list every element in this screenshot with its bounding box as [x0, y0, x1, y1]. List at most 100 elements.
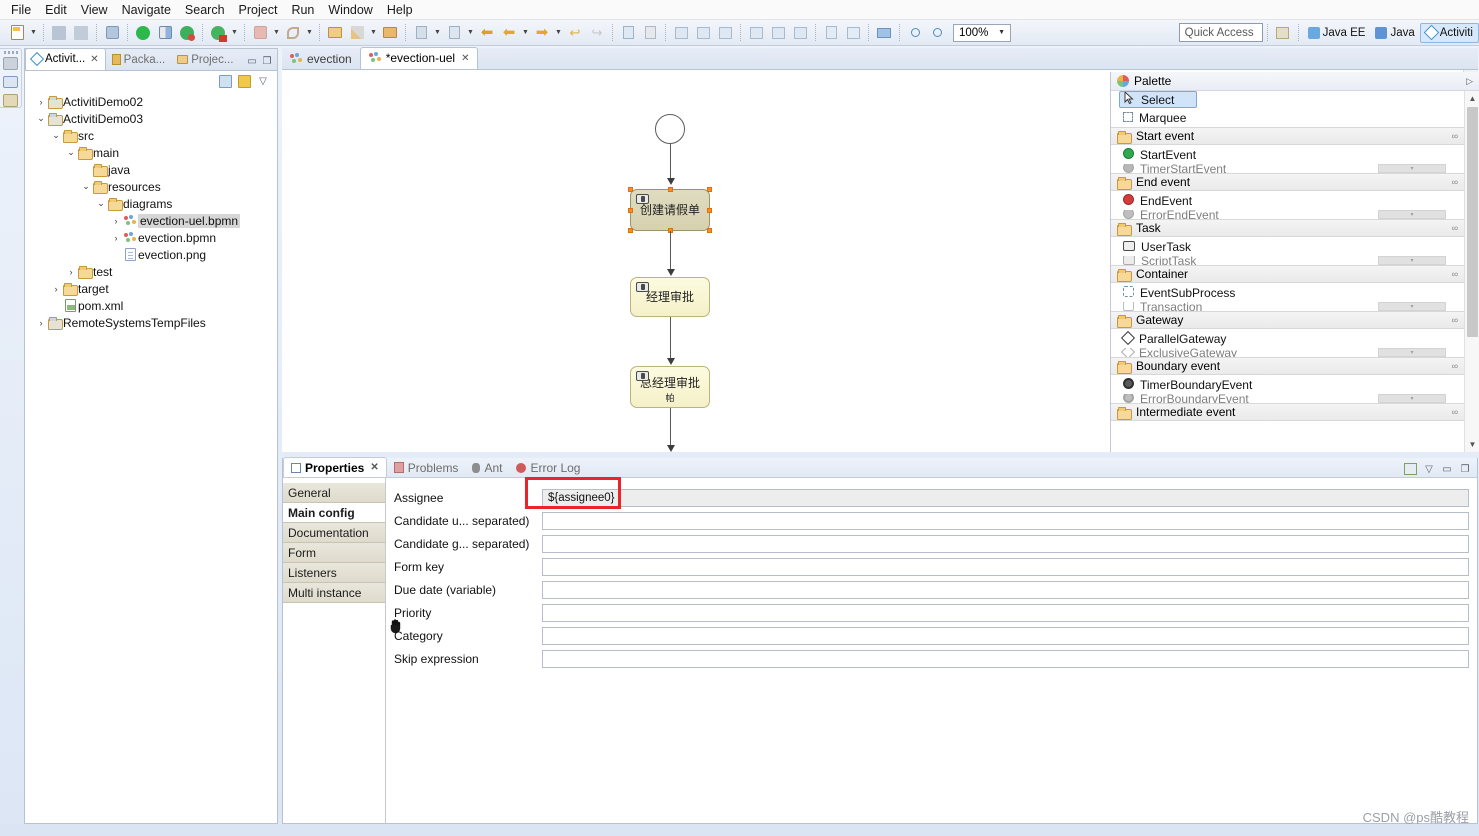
undo-icon[interactable]: ↩ — [565, 23, 585, 43]
menu-view[interactable]: View — [74, 1, 115, 19]
palette-group-boundary-event[interactable]: Boundary event∞ — [1111, 357, 1464, 375]
palette-tool-select[interactable]: Select — [1119, 91, 1197, 108]
palette-group-task[interactable]: Task∞ — [1111, 219, 1464, 237]
tree-twisty[interactable]: ⌄ — [65, 147, 77, 158]
back-history-dropdown-icon[interactable]: ▼ — [520, 23, 531, 43]
collapse-icon[interactable]: ∞ — [1452, 177, 1458, 187]
menu-navigate[interactable]: Navigate — [115, 1, 178, 19]
scroll-down-icon[interactable]: ▼ — [1465, 437, 1479, 452]
forward-dropdown-icon[interactable]: ▼ — [553, 23, 564, 43]
tree-twisty[interactable]: ⌄ — [95, 198, 107, 209]
palette-item-errorendevent[interactable]: ErrorEndEvent▾ — [1111, 210, 1464, 219]
link-icon[interactable] — [283, 23, 303, 43]
perspective-activiti[interactable]: Activiti — [1420, 23, 1479, 43]
quick-access-input[interactable]: Quick Access — [1179, 23, 1263, 42]
palette-resize-handle[interactable]: ▾ — [1378, 164, 1446, 173]
forward-icon[interactable]: ➡ — [532, 23, 552, 43]
print-icon[interactable] — [102, 23, 122, 43]
minimize-restore-icon[interactable] — [3, 57, 18, 70]
palette-item-startevent[interactable]: StartEvent — [1111, 145, 1464, 164]
tab-package-explorer[interactable]: Packa... — [106, 50, 172, 70]
task-node-manager-approval[interactable]: 经理审批 — [630, 277, 710, 317]
sequence-flow[interactable] — [670, 144, 671, 182]
tree-item-evection-bpmn[interactable]: ›evection.bpmn — [25, 229, 277, 246]
new-file-dropdown-icon[interactable]: ▼ — [28, 23, 39, 43]
tree-twisty[interactable]: ⌄ — [35, 113, 47, 124]
save-all-icon[interactable] — [71, 23, 91, 43]
palette-item-eventsubprocess[interactable]: EventSubProcess — [1111, 283, 1464, 302]
view-menu-icon[interactable]: ▽ — [1423, 464, 1435, 475]
palette-group-end-event[interactable]: End event∞ — [1111, 173, 1464, 191]
collapse-icon[interactable]: ∞ — [1452, 223, 1458, 233]
terminate-dropdown-icon[interactable]: ▼ — [271, 23, 282, 43]
palette-group-container[interactable]: Container∞ — [1111, 265, 1464, 283]
minimize-icon[interactable]: ▭ — [1441, 464, 1453, 475]
prop-tab-general[interactable]: General — [283, 483, 385, 503]
palette-tool-marquee[interactable]: Marquee — [1111, 108, 1464, 127]
maximize-icon[interactable]: ❐ — [1459, 464, 1471, 475]
tree-item-main[interactable]: ⌄main — [25, 144, 277, 161]
collapse-icon[interactable]: ∞ — [1452, 269, 1458, 279]
tree-twisty[interactable]: › — [35, 97, 47, 107]
back-history-icon[interactable]: ⬅ — [499, 23, 519, 43]
task-node-create-leave-request[interactable]: 创建请假单 — [630, 189, 710, 231]
menu-project[interactable]: Project — [232, 1, 285, 19]
tree-twisty[interactable]: ⌄ — [80, 181, 92, 192]
debug-icon[interactable] — [177, 23, 197, 43]
assignee-input[interactable]: ${assignee0} — [542, 489, 1469, 507]
due-date-variable-input[interactable] — [542, 581, 1469, 599]
link-with-editor-icon[interactable] — [238, 75, 251, 88]
menu-search[interactable]: Search — [178, 1, 232, 19]
menu-help[interactable]: Help — [380, 1, 420, 19]
align-right-icon[interactable] — [715, 23, 735, 43]
link-dropdown-icon[interactable]: ▼ — [304, 23, 315, 43]
palette-group-start-event[interactable]: Start event∞ — [1111, 127, 1464, 145]
tab-project-explorer[interactable]: Projec... — [171, 50, 239, 70]
resize-handle[interactable] — [668, 187, 673, 192]
chevron-down-icon[interactable]: ▼ — [998, 29, 1010, 36]
tree-item-resources[interactable]: ⌄resources — [25, 178, 277, 195]
copy-icon[interactable] — [618, 23, 638, 43]
palette-item-transaction[interactable]: Transaction▾ — [1111, 302, 1464, 311]
tree-twisty[interactable]: › — [50, 284, 62, 294]
new-file-icon[interactable] — [7, 23, 27, 43]
menu-run[interactable]: Run — [284, 1, 321, 19]
category-input[interactable] — [542, 627, 1469, 645]
zoom-in-icon[interactable] — [927, 23, 947, 43]
server-icon[interactable] — [208, 23, 228, 43]
match-height-icon[interactable] — [843, 23, 863, 43]
resize-handle[interactable] — [628, 187, 633, 192]
outline-icon[interactable] — [3, 76, 18, 89]
palette-resize-handle[interactable]: ▾ — [1378, 210, 1446, 219]
tree-item-evection-uel-bpmn[interactable]: ›evection-uel.bpmn — [25, 212, 277, 229]
perspective-java-ee[interactable]: Java EE — [1303, 23, 1371, 43]
tab-error-log[interactable]: Error Log — [509, 458, 587, 477]
server-dropdown-icon[interactable]: ▼ — [229, 23, 240, 43]
menu-edit[interactable]: Edit — [38, 1, 74, 19]
candidate-g-separated-input[interactable] — [542, 535, 1469, 553]
tree-item-src[interactable]: ⌄src — [25, 127, 277, 144]
terminate-icon[interactable] — [250, 23, 270, 43]
palette-item-timerstartevent[interactable]: TimerStartEvent▾ — [1111, 164, 1464, 173]
paste-icon[interactable] — [640, 23, 660, 43]
palette-item-endevent[interactable]: EndEvent — [1111, 191, 1464, 210]
zoom-level-combo[interactable]: 100% ▼ — [953, 24, 1011, 42]
maximize-icon[interactable]: ❐ — [261, 56, 273, 67]
open-folder-icon[interactable] — [325, 23, 345, 43]
candidate-u-separated-input[interactable] — [542, 512, 1469, 530]
resize-handle[interactable] — [628, 228, 633, 233]
view-menu-icon[interactable]: ▽ — [257, 76, 269, 87]
tree-item-pom-xml[interactable]: pom.xml — [25, 297, 277, 314]
sequence-flow[interactable] — [670, 231, 671, 274]
tree-twisty[interactable]: › — [110, 216, 122, 226]
tab-ant[interactable]: Ant — [465, 458, 509, 477]
close-icon[interactable]: ✕ — [370, 462, 378, 473]
minimize-icon[interactable]: ▭ — [246, 56, 258, 67]
prop-tab-main-config[interactable]: Main config — [283, 503, 385, 523]
palette-item-exclusivegateway[interactable]: ExclusiveGateway▾ — [1111, 348, 1464, 357]
palette-group-intermediate-event[interactable]: Intermediate event∞ — [1111, 403, 1464, 421]
collapse-icon[interactable]: ∞ — [1452, 131, 1458, 141]
properties-icon[interactable] — [3, 94, 18, 107]
prop-tab-form[interactable]: Form — [283, 543, 385, 563]
zoom-out-icon[interactable] — [905, 23, 925, 43]
